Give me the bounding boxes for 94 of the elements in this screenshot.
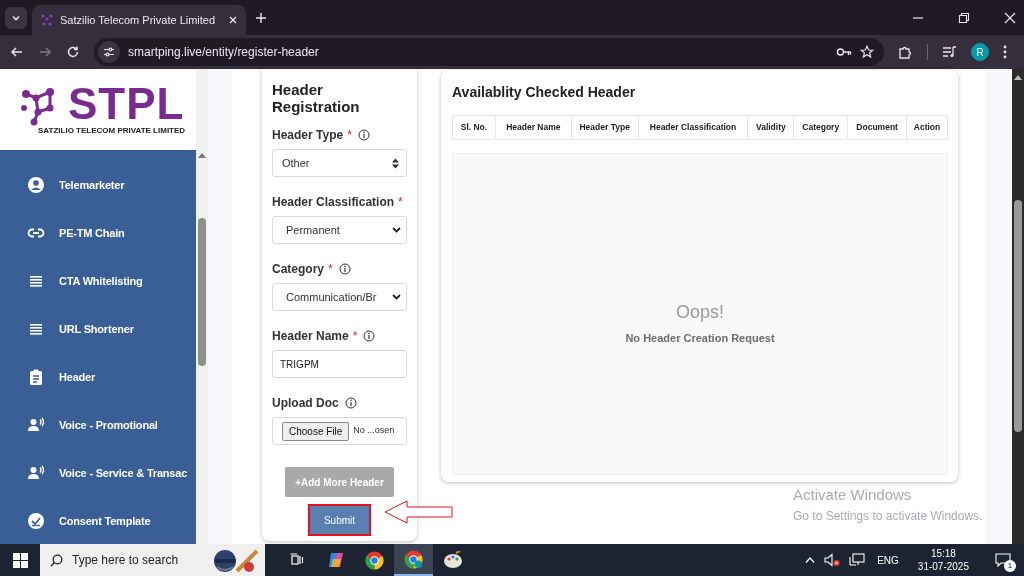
- select-field[interactable]: Communication/Br: [272, 283, 407, 311]
- table-title: Availablity Checked Header: [452, 83, 637, 102]
- network-logo-icon: [40, 13, 54, 27]
- required-asterisk: *: [398, 194, 403, 211]
- sidebar-item[interactable]: Telemarketer: [59, 176, 125, 194]
- column-header: Sl. No.: [459, 121, 489, 135]
- sort-icon: [392, 157, 399, 169]
- notification-count: 1: [1004, 560, 1016, 572]
- notification-button[interactable]: 1: [994, 550, 1014, 570]
- submit-button[interactable]: Submit: [308, 504, 371, 536]
- clock[interactable]: 15:18 31-07-2025: [917, 547, 969, 573]
- column-header: Header Name: [494, 116, 571, 139]
- puzzle-icon[interactable]: [898, 44, 913, 60]
- chevron-down-icon: [392, 294, 401, 300]
- site-info-button[interactable]: [98, 41, 120, 63]
- select-field[interactable]: Permanent: [272, 216, 407, 244]
- network-icon[interactable]: [849, 553, 866, 567]
- info-icon[interactable]: [357, 129, 370, 141]
- scrollbar-thumb[interactable]: [198, 218, 206, 366]
- sidebar-item[interactable]: PE-TM Chain: [59, 224, 125, 242]
- chevron-down-icon: [392, 227, 401, 233]
- column-header: Header Type: [570, 116, 638, 139]
- close-icon[interactable]: [228, 15, 238, 25]
- key-icon[interactable]: [836, 46, 852, 58]
- browser-tab[interactable]: Satzilio Telecom Private Limited: [32, 5, 246, 35]
- plus-icon[interactable]: [255, 11, 267, 24]
- user-icon: [27, 176, 45, 194]
- speaker-person-icon: [27, 416, 45, 434]
- chrome-icon: [404, 549, 423, 569]
- column-header: Validity: [747, 116, 794, 139]
- info-icon[interactable]: [344, 397, 357, 409]
- column-header: Category: [793, 116, 848, 139]
- required-asterisk: *: [347, 127, 352, 144]
- required-asterisk: *: [352, 328, 358, 345]
- sidebar-item[interactable]: Voice - Service & Transac: [59, 464, 188, 482]
- column-header: Action: [906, 116, 947, 139]
- field-label: Header Type: [272, 127, 344, 144]
- task-view-icon[interactable]: [289, 553, 304, 567]
- select-field[interactable]: Other: [272, 149, 407, 177]
- windows-logo-icon[interactable]: [12, 552, 28, 568]
- notification-icon: [995, 553, 1011, 567]
- tab-search-button[interactable]: [5, 6, 27, 29]
- sidebar-item[interactable]: Consent Template: [59, 512, 151, 530]
- check-circle-icon: [27, 512, 45, 530]
- empty-title: Oops!: [676, 301, 724, 325]
- url-text: smartping.live/entity/register-header: [128, 44, 320, 61]
- taskbar-app-active[interactable]: [394, 544, 433, 576]
- form-title: Header Registration: [272, 81, 361, 115]
- file-input[interactable]: Choose File No ...osen: [272, 417, 407, 445]
- sidebar-item[interactable]: Header: [59, 368, 96, 386]
- info-icon[interactable]: [338, 263, 351, 275]
- field-label: Header Classification: [272, 194, 395, 211]
- clipboard-icon: [27, 368, 45, 386]
- speaker-person-icon: [27, 464, 45, 482]
- star-icon[interactable]: [860, 45, 874, 59]
- info-icon[interactable]: [363, 330, 376, 342]
- chrome-icon[interactable]: [365, 550, 384, 570]
- back-arrow-icon[interactable]: [10, 45, 24, 59]
- media-queue-icon[interactable]: [942, 45, 957, 59]
- field-label: Category: [272, 261, 324, 278]
- scroll-up-icon[interactable]: [198, 153, 206, 158]
- column-header: Document: [847, 116, 907, 139]
- activation-title: Activate Windows: [793, 485, 913, 505]
- taskbar-search[interactable]: Type here to search: [40, 544, 205, 576]
- field-label: Upload Doc: [272, 395, 339, 412]
- sidebar-item[interactable]: CTA Whitelisting: [59, 272, 143, 290]
- address-bar[interactable]: smartping.live/entity/register-header: [94, 38, 884, 66]
- column-header: Header Classification: [637, 116, 748, 139]
- forward-arrow-icon[interactable]: [38, 45, 52, 59]
- copilot-icon[interactable]: [326, 551, 345, 569]
- tab-title: Satzilio Telecom Private Limited: [60, 12, 217, 28]
- close-icon[interactable]: [1004, 11, 1016, 24]
- reload-icon[interactable]: [66, 45, 80, 59]
- paint-palette-icon[interactable]: [442, 551, 463, 569]
- speaker-muted-icon[interactable]: [824, 553, 841, 567]
- sliders-icon: [103, 46, 115, 58]
- language-indicator[interactable]: ENG: [877, 552, 899, 568]
- empty-message: No Header Creation Request: [625, 331, 775, 347]
- input-field[interactable]: TRIGPM: [272, 350, 407, 378]
- choose-file-button[interactable]: Choose File: [282, 421, 350, 441]
- scroll-up-icon[interactable]: [1014, 75, 1022, 80]
- logo-text: STPL: [68, 85, 185, 123]
- activation-subtitle: Go to Settings to activate Windows.: [793, 507, 983, 525]
- scrollbar-thumb[interactable]: [1014, 200, 1022, 432]
- sidebar-item[interactable]: Voice - Promotional: [59, 416, 158, 434]
- more-vertical-icon[interactable]: [1003, 45, 1007, 59]
- file-status: No ...osen: [353, 424, 395, 438]
- search-icon: [50, 553, 63, 567]
- caret-up-icon[interactable]: [805, 557, 816, 563]
- restore-icon[interactable]: [958, 11, 970, 24]
- sidebar-item[interactable]: URL Shortener: [59, 320, 134, 338]
- required-asterisk: *: [328, 261, 333, 278]
- logo-tagline: SATZILIO TELECOM PRIVATE LIMITED: [37, 126, 187, 136]
- field-label: Header Name: [272, 328, 349, 345]
